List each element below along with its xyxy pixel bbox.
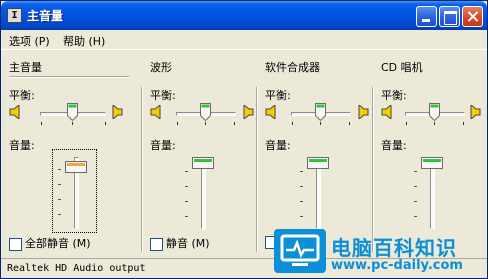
balance-tick bbox=[205, 122, 206, 125]
volume-tick bbox=[58, 184, 61, 185]
volume-tick bbox=[300, 186, 303, 187]
volume-tick bbox=[58, 214, 61, 215]
right-speaker-icon bbox=[358, 105, 369, 119]
mute-checkbox[interactable] bbox=[150, 237, 163, 251]
title-bar[interactable]: I 主音量 bbox=[1, 1, 487, 30]
balance-tick bbox=[105, 122, 106, 125]
panel-wave: 波形 平衡: 音量: 静音 (M) bbox=[150, 53, 265, 258]
volume-label: 音量: bbox=[381, 139, 407, 152]
balance-tick bbox=[320, 122, 321, 125]
balance-tick bbox=[292, 122, 293, 125]
maximize-button[interactable] bbox=[439, 6, 460, 27]
volume-tick bbox=[58, 169, 61, 170]
panel-separator bbox=[141, 87, 143, 252]
balance-label: 平衡: bbox=[265, 89, 291, 102]
balance-tick bbox=[406, 122, 407, 125]
panel-separator bbox=[372, 87, 374, 252]
balance-slider-thumb[interactable] bbox=[429, 103, 440, 121]
menu-help[interactable]: 帮助 (H) bbox=[63, 33, 105, 49]
panel-cd-player: CD 唱机 平衡: 音量: bbox=[381, 53, 481, 258]
volume-label: 音量: bbox=[9, 139, 35, 152]
volume-tick bbox=[300, 216, 303, 217]
balance-label: 平衡: bbox=[381, 89, 407, 102]
volume-slider-thumb[interactable] bbox=[65, 161, 87, 173]
panel-title: CD 唱机 bbox=[381, 61, 423, 74]
left-speaker-icon bbox=[265, 105, 276, 119]
balance-label: 平衡: bbox=[150, 89, 176, 102]
volume-tick bbox=[185, 186, 188, 187]
mute-label: 静音 (M) bbox=[166, 237, 210, 250]
balance-tick bbox=[177, 122, 178, 125]
balance-label: 平衡: bbox=[9, 89, 35, 102]
right-speaker-icon bbox=[243, 105, 254, 119]
volume-slider-thumb[interactable] bbox=[421, 157, 443, 169]
title-divider bbox=[9, 76, 129, 78]
menu-bar: 选项 (P) 帮助 (H) bbox=[1, 30, 487, 50]
balance-tick bbox=[234, 122, 235, 125]
volume-tick bbox=[300, 201, 303, 202]
volume-slider-thumb[interactable] bbox=[192, 157, 214, 169]
volume-tick bbox=[185, 216, 188, 217]
volume-tick bbox=[414, 186, 417, 187]
balance-slider-thumb[interactable] bbox=[315, 103, 326, 121]
volume-tick bbox=[414, 216, 417, 217]
balance-tick bbox=[41, 122, 42, 125]
balance-tick bbox=[434, 122, 435, 125]
panel-master-volume: 主音量 平衡: 音量: 全部静音 (M) bbox=[9, 53, 134, 258]
volume-control-window: I 主音量 选项 (P) 帮助 (H) 主音量 平衡: 音量: 全部静音 (M) bbox=[0, 0, 488, 279]
app-icon[interactable]: I bbox=[7, 8, 22, 23]
volume-tick bbox=[185, 201, 188, 202]
window-title: 主音量 bbox=[27, 9, 64, 23]
panel-title: 主音量 bbox=[9, 61, 42, 74]
volume-label: 音量: bbox=[150, 139, 176, 152]
watermark-title: 电脑百科知识 bbox=[331, 236, 457, 260]
balance-tick bbox=[463, 122, 464, 125]
mute-label: 全部静音 (M) bbox=[25, 237, 91, 250]
close-button[interactable] bbox=[462, 6, 483, 27]
balance-tick bbox=[349, 122, 350, 125]
left-speaker-icon bbox=[381, 105, 392, 119]
balance-tick bbox=[72, 122, 73, 125]
left-speaker-icon bbox=[9, 105, 20, 119]
right-speaker-icon bbox=[470, 105, 481, 119]
panel-title: 波形 bbox=[150, 61, 172, 74]
balance-slider-thumb[interactable] bbox=[200, 103, 211, 121]
mute-checkbox[interactable] bbox=[9, 237, 22, 251]
panel-separator bbox=[256, 87, 258, 252]
volume-tick bbox=[414, 201, 417, 202]
balance-slider-thumb[interactable] bbox=[67, 103, 78, 121]
panel-software-synth: 软件合成器 平衡: 音量: bbox=[265, 53, 380, 258]
volume-tick bbox=[58, 199, 61, 200]
right-speaker-icon bbox=[112, 105, 123, 119]
volume-tick bbox=[185, 171, 188, 172]
panel-title: 软件合成器 bbox=[265, 61, 320, 74]
volume-tick bbox=[414, 171, 417, 172]
volume-label: 音量: bbox=[265, 139, 291, 152]
menu-options[interactable]: 选项 (P) bbox=[9, 33, 50, 49]
volume-slider-thumb[interactable] bbox=[307, 157, 329, 169]
mute-row[interactable]: 全部静音 (M) bbox=[9, 235, 91, 251]
minimize-button[interactable] bbox=[416, 6, 437, 27]
device-name: Realtek HD Audio output bbox=[7, 263, 146, 274]
watermark-logo-icon bbox=[274, 229, 326, 273]
left-speaker-icon bbox=[150, 105, 161, 119]
volume-tick bbox=[300, 171, 303, 172]
mute-row[interactable]: 静音 (M) bbox=[150, 235, 210, 251]
watermark-url: www.pc-daily.com bbox=[331, 258, 463, 273]
